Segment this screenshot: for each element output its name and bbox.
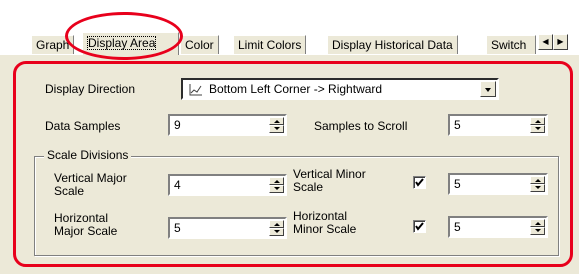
horizontal-major-scale-spinner[interactable]: 5 <box>168 217 287 239</box>
spin-up-icon[interactable] <box>269 177 284 185</box>
line-graph-icon <box>189 84 202 96</box>
spin-up-icon[interactable] <box>269 220 284 228</box>
spin-up-icon[interactable] <box>269 117 284 125</box>
tab-strip: Graph Display Area Color Limit Colors Di… <box>0 0 579 60</box>
tab-graph[interactable]: Graph <box>31 35 75 54</box>
vertical-major-scale-value: 4 <box>174 178 181 192</box>
scroll-right-icon: ▶ <box>557 37 564 46</box>
vertical-minor-label-line2: Scale <box>293 180 324 194</box>
tab-display-historical-data[interactable]: Display Historical Data <box>327 35 458 54</box>
scroll-left-button[interactable]: ◀ <box>538 34 553 50</box>
horizontal-minor-label-line2: Minor Scale <box>293 222 357 236</box>
vertical-minor-scale-label: Vertical Minor Scale <box>293 168 366 194</box>
tab-limit-colors[interactable]: Limit Colors <box>233 35 307 54</box>
samples-to-scroll-value: 5 <box>454 118 461 132</box>
tab-display-area[interactable]: Display Area <box>82 32 179 55</box>
display-direction-select[interactable]: Bottom Left Corner -> Rightward <box>181 78 499 100</box>
tab-switch[interactable]: Switch <box>486 35 536 54</box>
vertical-major-label-line2: Scale <box>54 184 85 198</box>
vertical-minor-scale-value: 5 <box>454 177 461 191</box>
horizontal-minor-scale-checkbox[interactable] <box>413 220 426 233</box>
samples-to-scroll-label: Samples to Scroll <box>314 119 408 133</box>
spin-down-icon[interactable] <box>269 228 284 236</box>
tab-color-label: Color <box>185 38 214 52</box>
horizontal-major-label-line2: Major Scale <box>54 224 118 238</box>
horizontal-minor-scale-label: Horizontal Minor Scale <box>293 210 356 236</box>
tab-display-area-label: Display Area <box>87 36 157 50</box>
scroll-right-button[interactable]: ▶ <box>553 34 568 50</box>
scale-divisions-title: Scale Divisions <box>44 148 132 162</box>
horizontal-minor-scale-value: 5 <box>454 220 461 234</box>
spin-down-icon[interactable] <box>530 227 545 235</box>
checkmark-icon <box>415 222 424 231</box>
vertical-minor-scale-spinner[interactable]: 5 <box>448 173 548 195</box>
tab-switch-label: Switch <box>491 38 527 52</box>
spin-down-icon[interactable] <box>269 185 284 193</box>
tab-color[interactable]: Color <box>180 35 219 54</box>
vertical-major-scale-label: Vertical Major Scale <box>54 172 127 198</box>
horizontal-minor-scale-spinner[interactable]: 5 <box>448 216 548 238</box>
data-samples-value: 9 <box>174 118 181 132</box>
horizontal-major-scale-value: 5 <box>174 221 181 235</box>
spin-down-icon[interactable] <box>269 125 284 133</box>
tab-display-historical-data-label: Display Historical Data <box>332 38 453 52</box>
tab-graph-label: Graph <box>36 38 70 52</box>
spin-down-icon[interactable] <box>530 125 545 133</box>
spin-down-icon[interactable] <box>530 184 545 192</box>
spin-up-icon[interactable] <box>530 176 545 184</box>
data-samples-spinner[interactable]: 9 <box>168 114 287 136</box>
spin-up-icon[interactable] <box>530 219 545 227</box>
horizontal-major-scale-label: Horizontal Major Scale <box>54 212 117 238</box>
vertical-minor-scale-checkbox[interactable] <box>413 176 426 189</box>
samples-to-scroll-spinner[interactable]: 5 <box>448 114 548 136</box>
spin-up-icon[interactable] <box>530 117 545 125</box>
dropdown-arrow-icon[interactable] <box>480 81 496 97</box>
display-direction-value: Bottom Left Corner -> Rightward <box>209 82 383 96</box>
scroll-left-icon: ◀ <box>542 37 549 46</box>
display-direction-label: Display Direction <box>45 82 136 96</box>
tab-limit-colors-label: Limit Colors <box>238 38 302 52</box>
data-samples-label: Data Samples <box>45 119 121 133</box>
vertical-major-scale-spinner[interactable]: 4 <box>168 174 287 196</box>
checkmark-icon <box>415 178 424 187</box>
